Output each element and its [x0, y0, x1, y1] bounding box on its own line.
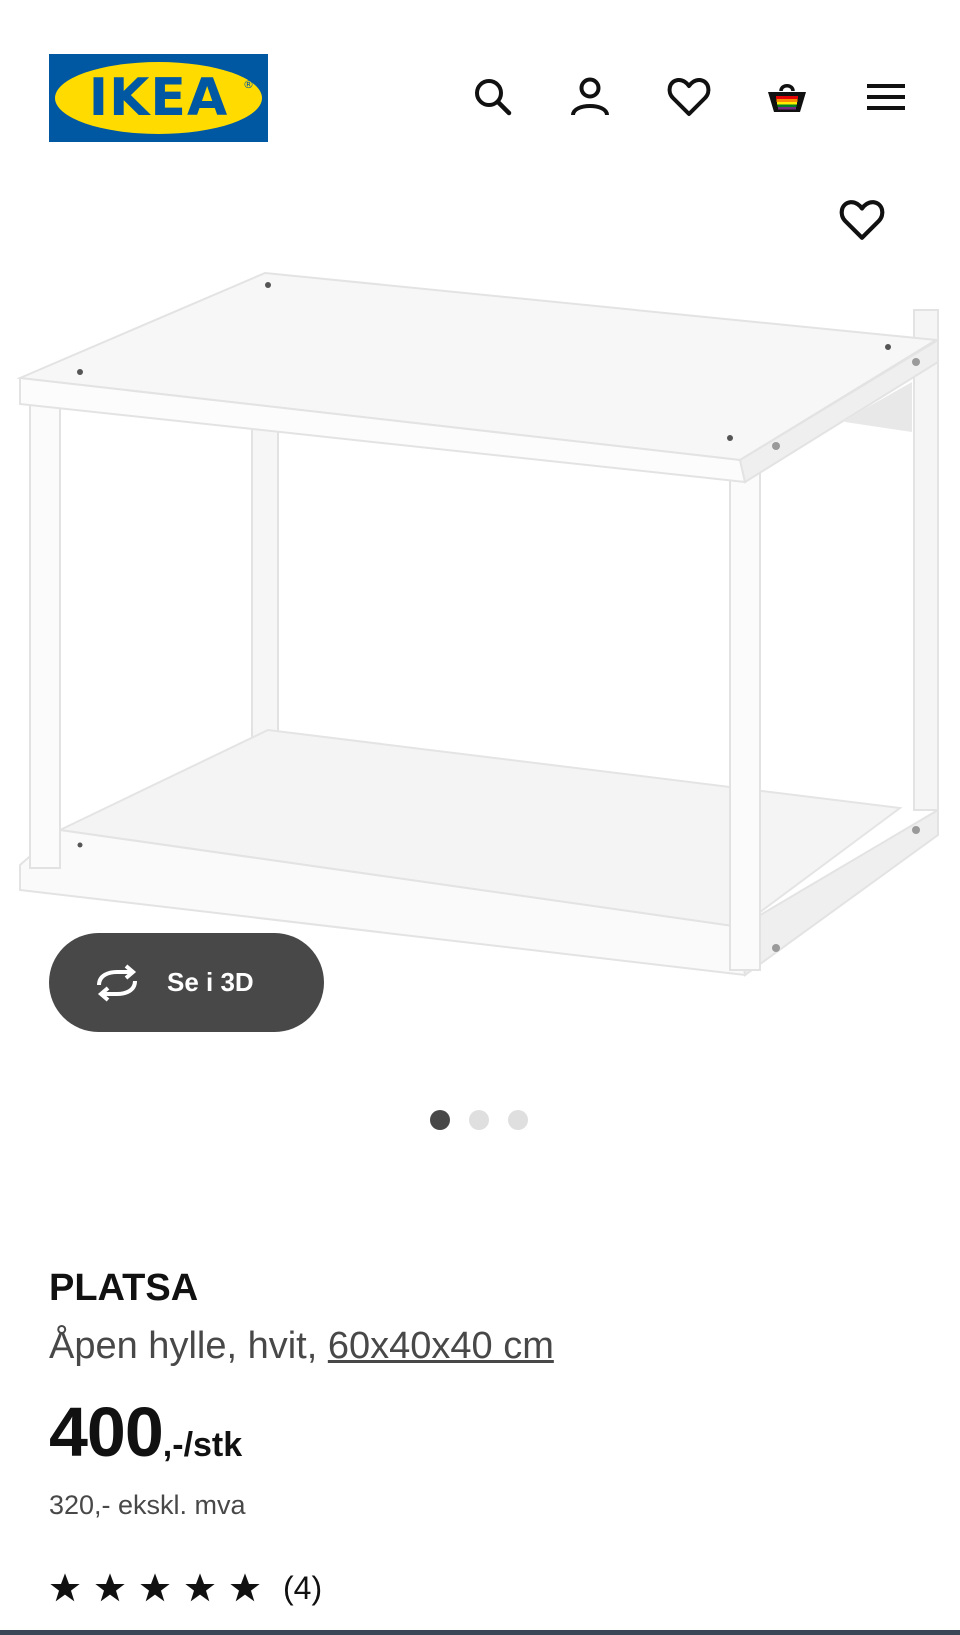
star-icon — [140, 1573, 170, 1602]
star-icon — [185, 1573, 215, 1602]
price-excl-vat: 320,- ekskl. mva — [49, 1490, 246, 1520]
logo-text: IKEA — [88, 68, 229, 128]
rating-count: (4) — [283, 1569, 323, 1606]
star-icon — [95, 1573, 125, 1602]
view-in-3d-label: Se i 3D — [167, 967, 254, 997]
rotate-icon — [91, 963, 143, 1003]
rating-stars — [49, 1572, 261, 1604]
site-header: IKEA ® — [0, 0, 960, 150]
star-icon — [230, 1573, 260, 1602]
ikea-logo[interactable]: IKEA ® — [49, 54, 268, 142]
heart-icon — [667, 77, 711, 116]
gallery-dot-2[interactable] — [469, 1110, 489, 1130]
cart-icon — [768, 84, 806, 112]
menu-button[interactable] — [862, 73, 910, 121]
price-suffix: ,-/stk — [162, 1426, 243, 1464]
product-image — [16, 271, 940, 977]
product-measurement-link[interactable]: 60x40x40 cm — [328, 1325, 554, 1367]
gallery-pagination — [430, 1110, 528, 1132]
product-price: 400,-/stk — [49, 1392, 242, 1472]
gallery-dot-3[interactable] — [508, 1110, 528, 1130]
cart-button[interactable] — [763, 73, 811, 121]
star-icon — [50, 1573, 80, 1602]
product-description-text: Åpen hylle, hvit, — [49, 1325, 328, 1367]
product-name: PLATSA — [49, 1267, 199, 1309]
product-description: Åpen hylle, hvit, 60x40x40 cm — [49, 1325, 554, 1368]
bottom-bar — [0, 1630, 960, 1635]
view-in-3d-button[interactable]: Se i 3D — [49, 933, 324, 1032]
account-icon — [571, 77, 609, 116]
price-integer: 400 — [49, 1393, 164, 1471]
search-icon — [475, 79, 512, 116]
favorites-button[interactable] — [665, 73, 713, 121]
gallery-dot-1[interactable] — [430, 1110, 450, 1130]
account-button[interactable] — [566, 73, 614, 121]
product-rating[interactable]: (4) — [49, 1566, 322, 1610]
logo-registered-mark: ® — [243, 78, 254, 91]
menu-icon — [867, 84, 905, 110]
search-button[interactable] — [469, 73, 517, 121]
product-gallery: Se i 3D — [0, 150, 960, 1150]
